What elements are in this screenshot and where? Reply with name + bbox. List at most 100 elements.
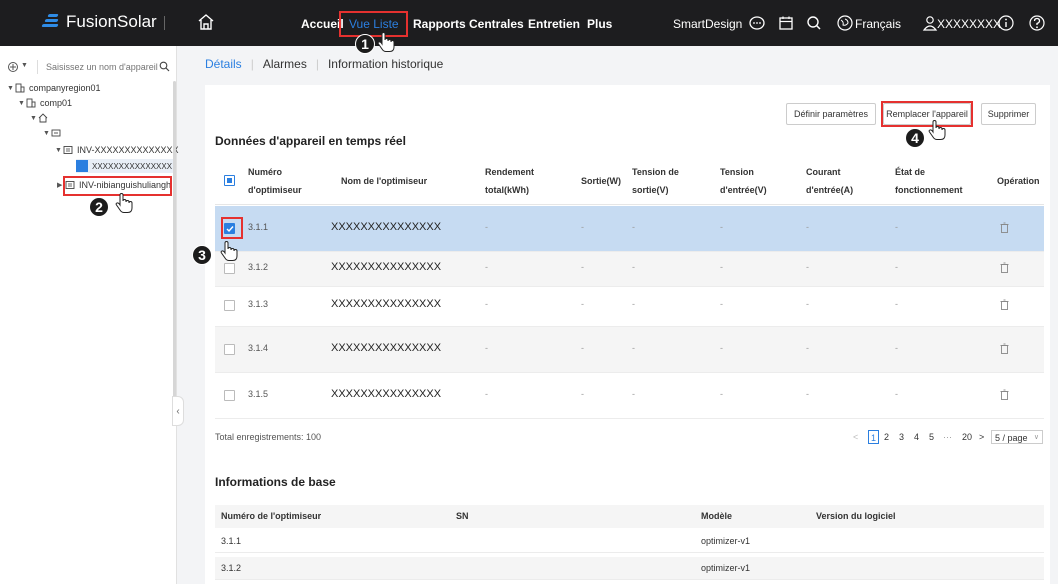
hand-pointer-icon bbox=[115, 192, 133, 213]
tree-node-plant[interactable]: ▼ bbox=[30, 111, 52, 125]
language-icon[interactable] bbox=[836, 14, 854, 32]
fusionsolar-logo[interactable]: FusionSolar bbox=[40, 12, 157, 32]
search-icon[interactable] bbox=[805, 14, 823, 32]
table-row: 3.1.2 optimizer-v1 bbox=[215, 557, 1044, 580]
filter-icon[interactable] bbox=[7, 61, 19, 73]
chat-icon[interactable] bbox=[748, 14, 766, 32]
detail-tabs: Détails | Alarmes | Information historiq… bbox=[205, 57, 443, 71]
tree-label: INV-XXXXXXXXXXXXXX bbox=[77, 145, 179, 155]
cell-output: - bbox=[581, 299, 584, 309]
table-row[interactable]: 3.1.5 XXXXXXXXXXXXXXX - - - - - - bbox=[215, 373, 1044, 419]
sidebar-collapse-handle[interactable]: ‹ bbox=[172, 396, 184, 426]
table-row[interactable]: 3.1.2 XXXXXXXXXXXXXXX - - - - - - bbox=[215, 252, 1044, 287]
tree-label: XXXXXXXXXXXXXXX bbox=[92, 161, 173, 171]
building-icon bbox=[26, 98, 36, 108]
cell-num: 3.1.4 bbox=[248, 343, 269, 353]
logo-divider bbox=[164, 16, 165, 30]
set-parameters-button[interactable]: Définir paramètres bbox=[786, 103, 876, 125]
table-row[interactable]: 3.1.3 XXXXXXXXXXXXXXX - - - - - - bbox=[215, 287, 1044, 327]
next-page-icon[interactable]: > bbox=[979, 430, 984, 444]
row-checkbox[interactable] bbox=[224, 344, 235, 355]
tree-node-comp01[interactable]: ▼ comp01 bbox=[18, 96, 72, 110]
calendar-icon[interactable] bbox=[777, 14, 795, 32]
username[interactable]: XXXXXXXX bbox=[937, 17, 1001, 31]
trash-icon[interactable] bbox=[1000, 262, 1009, 273]
page-1[interactable]: 1 bbox=[868, 430, 879, 444]
chevron-down-icon[interactable]: ▼ bbox=[21, 62, 28, 69]
delete-button[interactable]: Supprimer bbox=[981, 103, 1036, 125]
cell-state: - bbox=[895, 262, 898, 272]
cell-vout: - bbox=[632, 222, 635, 232]
top-navigation-bar: FusionSolar Accueil Vue Liste Rapports C… bbox=[0, 0, 1058, 46]
page-size-select[interactable]: 5 / page ∨ bbox=[991, 430, 1043, 444]
caret-down-icon[interactable]: ▼ bbox=[30, 115, 38, 122]
help-icon[interactable] bbox=[1028, 14, 1046, 32]
inverter-icon bbox=[63, 146, 73, 154]
cell-model: optimizer-v1 bbox=[701, 536, 751, 546]
table-row[interactable]: 3.1.4 XXXXXXXXXXXXXXX - - - - - - bbox=[215, 327, 1044, 373]
trash-icon[interactable] bbox=[1000, 343, 1009, 354]
home-icon[interactable] bbox=[196, 12, 216, 32]
cell-state: - bbox=[895, 222, 898, 232]
cell-num: 3.1.1 bbox=[248, 222, 269, 232]
col-name: Nom de l'optimiseur bbox=[341, 176, 428, 186]
trash-icon[interactable] bbox=[1000, 299, 1009, 310]
smartdesign-link[interactable]: SmartDesign bbox=[673, 17, 742, 31]
cell-yield: - bbox=[485, 299, 488, 309]
chevron-left-icon: ‹ bbox=[176, 405, 180, 417]
nav-plus[interactable]: Plus bbox=[587, 17, 612, 31]
page-20[interactable]: 20 bbox=[962, 430, 972, 444]
tab-information-historique[interactable]: Information historique bbox=[328, 57, 443, 71]
cell-optimizer-number: 3.1.2 bbox=[221, 563, 242, 573]
col-state: État de fonctionnement bbox=[895, 167, 963, 195]
nav-centrales[interactable]: Centrales bbox=[469, 17, 524, 31]
caret-down-icon[interactable]: ▼ bbox=[55, 147, 63, 154]
page-2[interactable]: 2 bbox=[884, 430, 889, 444]
search-icon[interactable] bbox=[159, 61, 170, 72]
prev-page-icon[interactable]: < bbox=[853, 430, 858, 444]
cell-iin: - bbox=[806, 343, 809, 353]
table-row[interactable]: 3.1.1 XXXXXXXXXXXXXXX - - - - - - bbox=[215, 206, 1044, 252]
chevron-down-icon: ∨ bbox=[1033, 434, 1039, 441]
col-software-version: Version du logiciel bbox=[816, 511, 896, 521]
page-4[interactable]: 4 bbox=[914, 430, 919, 444]
row-checkbox[interactable] bbox=[224, 390, 235, 401]
tab-divider: | bbox=[315, 57, 319, 71]
trash-icon[interactable] bbox=[1000, 389, 1009, 400]
caret-down-icon[interactable]: ▼ bbox=[43, 130, 51, 137]
page-5[interactable]: 5 bbox=[929, 430, 934, 444]
tab-alarmes[interactable]: Alarmes bbox=[263, 57, 307, 71]
tab-details[interactable]: Détails bbox=[205, 57, 242, 71]
tree-node-optimizer[interactable]: XXXXXXXXXXXXXXX bbox=[76, 159, 177, 173]
trash-icon[interactable] bbox=[1000, 222, 1009, 233]
tree-node-logger[interactable]: ▼ bbox=[43, 126, 65, 140]
col-vout: Tension de sortie(V) bbox=[632, 167, 679, 195]
col-num: Numéro d'optimiseur bbox=[248, 167, 302, 195]
info-icon[interactable] bbox=[997, 14, 1015, 32]
optimizer-icon bbox=[76, 160, 88, 172]
cell-vout: - bbox=[632, 389, 635, 399]
nav-accueil[interactable]: Accueil bbox=[301, 17, 344, 31]
search-divider bbox=[37, 60, 38, 74]
caret-down-icon[interactable]: ▼ bbox=[18, 100, 26, 107]
tree-label: companyregion01 bbox=[29, 83, 101, 93]
tree-node-companyregion01[interactable]: ▼ companyregion01 bbox=[7, 81, 101, 95]
select-all-checkbox[interactable] bbox=[224, 175, 235, 186]
logger-icon bbox=[51, 129, 61, 137]
row-checkbox[interactable] bbox=[224, 300, 235, 311]
cell-vin: - bbox=[720, 389, 723, 399]
cell-vin: - bbox=[720, 222, 723, 232]
row-checkbox[interactable] bbox=[224, 263, 235, 274]
language-selector[interactable]: Français bbox=[855, 17, 901, 31]
sidebar-scrollbar[interactable] bbox=[173, 81, 176, 421]
cell-iin: - bbox=[806, 222, 809, 232]
page-3[interactable]: 3 bbox=[899, 430, 904, 444]
nav-rapports[interactable]: Rapports bbox=[413, 17, 466, 31]
page-ellipsis[interactable]: ··· bbox=[943, 430, 952, 444]
caret-down-icon[interactable]: ▼ bbox=[7, 85, 15, 92]
device-search-input[interactable] bbox=[46, 59, 158, 75]
nav-entretien[interactable]: Entretien bbox=[528, 17, 580, 31]
tree-node-inverter-1[interactable]: ▼ INV-XXXXXXXXXXXXXX bbox=[55, 143, 179, 157]
tab-divider: | bbox=[250, 57, 254, 71]
cell-vin: - bbox=[720, 343, 723, 353]
